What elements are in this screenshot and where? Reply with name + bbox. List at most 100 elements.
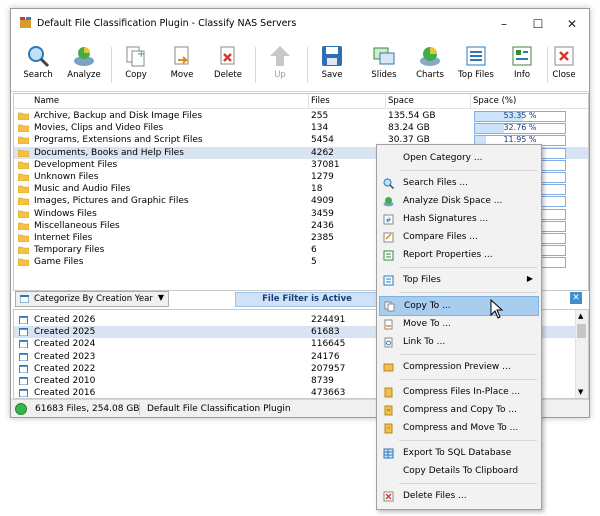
menu-label: Search Files ... [403, 178, 468, 188]
table-row[interactable]: Archive, Backup and Disk Image Files 255 1… [14, 110, 588, 122]
row-name: Miscellaneous Files [34, 220, 120, 231]
row-files: 2436 [311, 220, 334, 231]
search-icon [28, 46, 50, 68]
toolbar-separator [111, 47, 112, 83]
menu-label: Compare Files ... [403, 232, 478, 242]
table-row[interactable]: Movies, Clips and Video Files 134 83.24 GB… [14, 122, 588, 135]
menu-hash-signatures[interactable]: # Hash Signatures ... [379, 210, 539, 228]
analyze-label: Analyze [67, 70, 101, 80]
menu-label: Delete Files ... [403, 491, 467, 501]
folder-icon [18, 161, 29, 169]
folder-icon [18, 112, 29, 120]
search-label: Search [23, 70, 53, 80]
close-button[interactable]: Close [541, 41, 587, 89]
submenu-arrow-icon: ▶ [526, 274, 533, 283]
link-icon [384, 337, 393, 348]
top-files-label: Top Files [458, 70, 494, 80]
menu-compress-in-place[interactable]: Compress Files In-Place ... [379, 383, 539, 401]
menu-label: Compress and Move To ... [403, 423, 519, 433]
col-space[interactable]: Space [388, 96, 414, 106]
menu-label: Top Files [403, 275, 441, 285]
save-button[interactable]: Save [309, 41, 355, 89]
menu-top-files[interactable]: Top Files ▶ [379, 271, 539, 289]
menu-export-sql[interactable]: Export To SQL Database [379, 444, 539, 462]
scroll-thumb[interactable] [577, 324, 586, 338]
compress-copy-icon [384, 405, 393, 416]
slides-button[interactable]: Slides [361, 41, 407, 89]
col-name[interactable]: Name [34, 96, 59, 106]
calendar-icon [19, 340, 28, 349]
categorize-combo-value: Categorize By Creation Year [34, 294, 153, 304]
menu-link-to[interactable]: Link To ... [379, 333, 539, 351]
row-files: 116645 [311, 339, 346, 350]
scroll-up-icon[interactable]: ▲ [578, 312, 583, 320]
move-button[interactable]: Move [159, 41, 205, 89]
menu-compare-files[interactable]: Compare Files ... [379, 228, 539, 246]
menu-separator [399, 483, 537, 484]
row-name: Created 2010 [34, 376, 96, 386]
col-space-percent[interactable]: Space (%) [473, 96, 516, 106]
folder-icon [18, 137, 29, 145]
row-name: Images, Pictures and Graphic Files [34, 196, 189, 207]
space-percent-label: 53.35 % [503, 111, 537, 120]
analyze-button[interactable]: Analyze [61, 41, 107, 89]
info-button[interactable]: Info [499, 41, 545, 89]
row-name: Windows Files [34, 208, 97, 219]
up-label: Up [274, 70, 286, 80]
folder-icon [18, 259, 29, 267]
vertical-scrollbar[interactable]: ▲ ▼ [575, 310, 588, 398]
copy-button[interactable]: + Copy [113, 41, 159, 89]
menu-compress-copy-to[interactable]: Compress and Copy To ... [379, 401, 539, 419]
row-files: 5 [311, 257, 317, 268]
space-percent-label: 32.76 % [503, 123, 537, 133]
menu-copy-to[interactable]: Copy To ... [379, 296, 539, 316]
context-menu: Open Category ... Search Files ... Analy… [376, 144, 542, 510]
charts-button[interactable]: Charts [407, 41, 453, 89]
delete-icon [220, 46, 235, 65]
menu-label: Export To SQL Database [403, 448, 512, 458]
menu-label: Open Category ... [403, 153, 483, 163]
menu-delete-files[interactable]: Delete Files ... [379, 487, 539, 505]
menu-separator [399, 379, 537, 380]
clear-filter-button[interactable]: ✕ [570, 292, 582, 304]
folder-icon [18, 246, 29, 255]
minimize-button[interactable]: – [487, 9, 521, 39]
delete-button[interactable]: Delete [205, 41, 251, 89]
row-files: 224491 [311, 315, 346, 325]
menu-copy-details[interactable]: Copy Details To Clipboard [379, 462, 539, 480]
col-files[interactable]: Files [311, 96, 330, 106]
menu-compress-move-to[interactable]: Compress and Move To ... [379, 419, 539, 437]
save-label: Save [321, 70, 343, 80]
row-name: Game Files [34, 257, 84, 268]
row-files: 255 [311, 111, 329, 121]
menu-open-category[interactable]: Open Category ... [379, 149, 539, 167]
up-button[interactable]: Up [257, 41, 303, 89]
menu-analyze-disk-space[interactable]: Analyze Disk Space ... [379, 192, 539, 210]
row-files: 8739 [311, 376, 334, 386]
calendar-icon [19, 316, 28, 324]
app-icon [20, 17, 31, 28]
compress-icon [384, 387, 393, 398]
compression-preview-icon [383, 363, 394, 372]
file-filter-indicator[interactable]: File Filter is Active [235, 292, 379, 307]
calendar-icon [19, 389, 28, 398]
toolbar-separator [255, 47, 256, 83]
analyze-disk-icon [74, 47, 94, 66]
close-label: Close [552, 70, 576, 80]
menu-search-files[interactable]: Search Files ... [379, 174, 539, 192]
info-label: Info [513, 70, 531, 80]
scroll-down-icon[interactable]: ▼ [578, 388, 583, 396]
close-window-button[interactable]: ✕ [555, 9, 589, 39]
categorize-combo[interactable]: Categorize By Creation Year ▼ [15, 291, 169, 307]
menu-report-properties[interactable]: Report Properties ... [379, 246, 539, 264]
search-button[interactable]: Search [15, 41, 61, 89]
menu-move-to[interactable]: Move To ... [379, 315, 539, 333]
folder-icon [18, 173, 29, 181]
folder-icon [18, 234, 29, 242]
menu-compression-preview[interactable]: Compression Preview ... [379, 358, 539, 376]
table-header: Name Files Space Space (%) [14, 94, 588, 109]
status-separator [139, 403, 140, 415]
row-files: 37081 [311, 159, 340, 170]
top-files-button[interactable]: Top Files [453, 41, 499, 89]
maximize-button[interactable]: ☐ [521, 9, 555, 39]
